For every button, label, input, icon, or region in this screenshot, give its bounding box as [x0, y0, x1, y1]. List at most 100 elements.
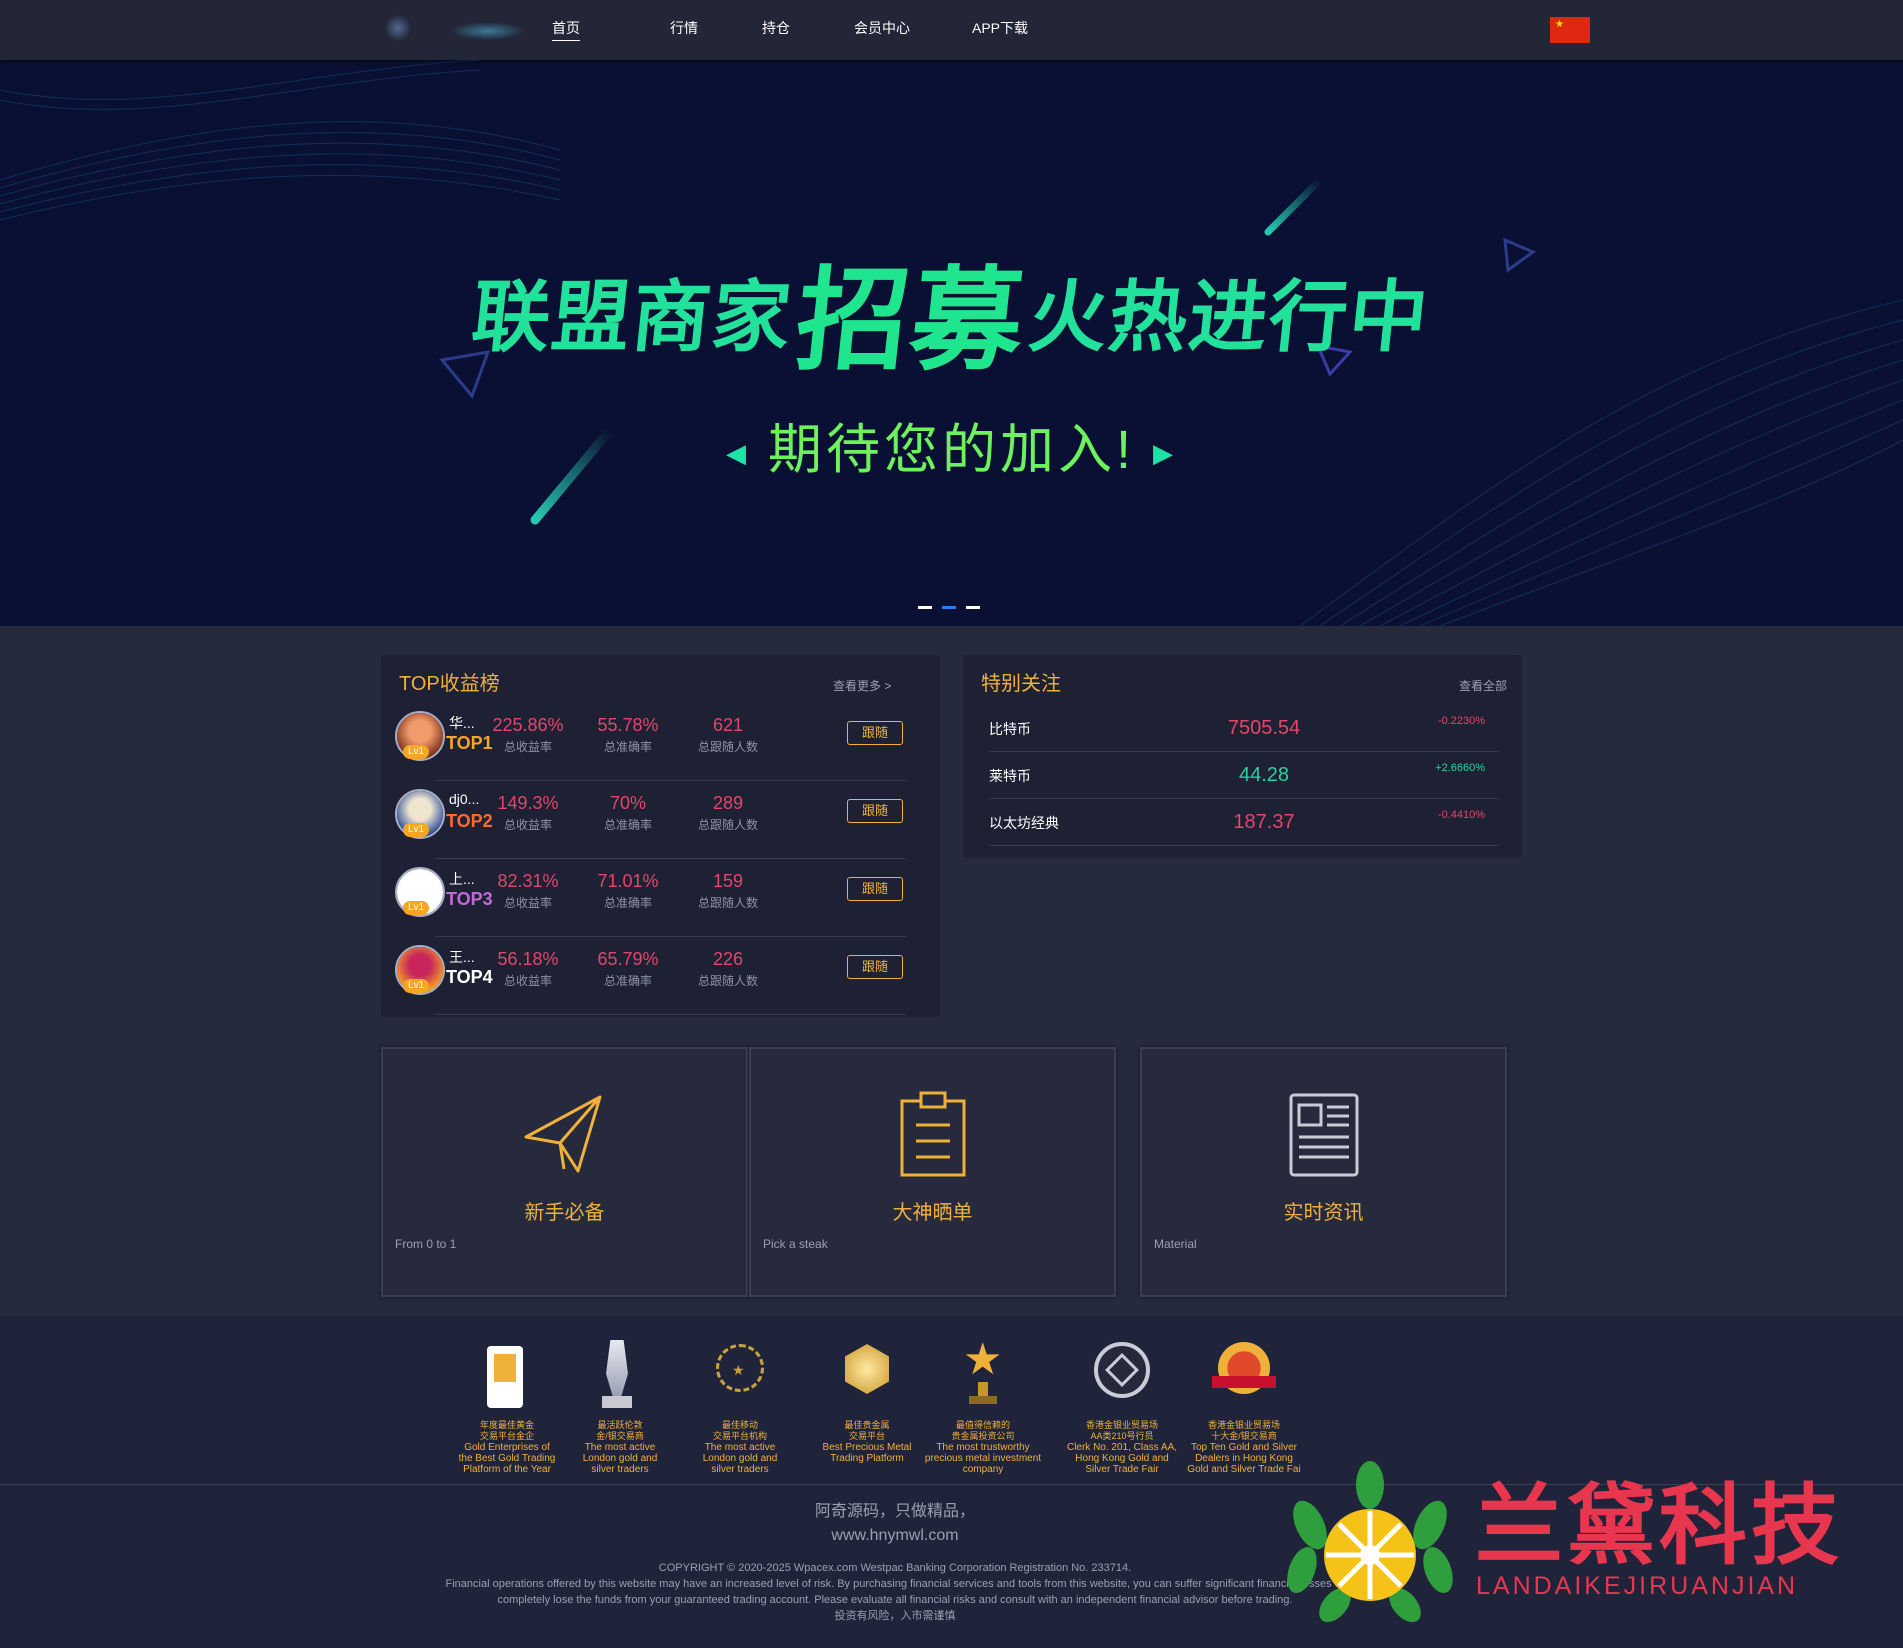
follower-count: 621 总跟随人数 [673, 715, 783, 755]
carousel-dot-1[interactable] [918, 606, 932, 609]
row-divider [989, 845, 1499, 846]
nav-positions[interactable]: 持仓 [762, 18, 790, 41]
banner-subline-text: 期待您的加入! [767, 420, 1135, 480]
accuracy-rate-value: 70% [609, 793, 647, 813]
accuracy-rate: 65.79% 总准确率 [573, 949, 683, 989]
nav-home[interactable]: 首页 [552, 18, 580, 41]
trader-name[interactable]: 上... [449, 869, 475, 889]
feature-card-realtime-news[interactable]: 实时资讯 Material [1140, 1047, 1507, 1297]
banner-headline-part-3: 火热进行中 [1024, 273, 1434, 363]
coin-price: 44.28 [1238, 764, 1290, 786]
accuracy-rate: 55.78% 总准确率 [573, 715, 683, 755]
site-logo[interactable] [380, 8, 530, 52]
follower-count-label: 总跟随人数 [697, 740, 758, 754]
total-return-value: 149.3% [497, 793, 559, 813]
watchlist-title: 特别关注 [981, 673, 1061, 695]
feature-card-beginner[interactable]: 新手必备 From 0 to 1 [381, 1047, 748, 1297]
watchlist-panel: 特别关注 查看全部 比特币 7505.54 -0.2230% 莱特币 44.28 +2.6… [963, 655, 1522, 858]
trader-name[interactable]: 华... [449, 713, 475, 733]
top-ranking-title: TOP收益榜 [399, 673, 500, 695]
award-title-en: The most active London gold and silver tra… [582, 1442, 658, 1475]
coin-name[interactable]: 以太坊经典 [989, 813, 1059, 833]
trader-name[interactable]: 王... [449, 947, 475, 967]
follower-count-label: 总跟随人数 [697, 818, 758, 832]
award-title-cn: 香港金银业贸易场 AA类210号行员 [1085, 1420, 1158, 1441]
accuracy-rate-value: 71.01% [597, 871, 659, 891]
level-badge: Lv1 [403, 823, 429, 837]
total-return-label: 总收益率 [503, 740, 552, 754]
watchlist-row[interactable]: 莱特币 44.28 +2.6660% [989, 752, 1499, 799]
nav-links: 首页 行情 持仓 会员中心 APP下载 [552, 18, 1028, 41]
follower-count-value: 621 [712, 715, 744, 735]
right-triangle-icon: ▶ [1153, 438, 1177, 469]
follow-button[interactable]: 跟随 [847, 799, 903, 823]
follower-count: 159 总跟随人数 [673, 871, 783, 911]
award-title-cn: 最值得信赖的 贵金属投资公司 [951, 1420, 1015, 1441]
follow-button[interactable]: 跟随 [847, 877, 903, 901]
gold-plaque-icon [447, 1338, 567, 1410]
carousel-dots [918, 606, 990, 609]
award-title-cn: 年度最佳黄金 交易平台金企 [479, 1420, 534, 1441]
china-flag-icon[interactable]: ★ [1550, 17, 1590, 43]
follower-count: 226 总跟随人数 [673, 949, 783, 989]
banner-headline-part-2: 招募 [789, 256, 1032, 386]
nav-app-download[interactable]: APP下载 [972, 18, 1028, 41]
feature-card-master-orders[interactable]: 大神晒单 Pick a steak [749, 1047, 1116, 1297]
total-return-label: 总收益率 [503, 896, 552, 910]
total-return-value: 82.31% [497, 871, 559, 891]
ranking-row[interactable]: Lv1 上... TOP3 82.31% 总收益率 71.01% 总准确率 159 总跟随人数跟… [395, 859, 1275, 937]
award-title-en: The most active London gold and silver tra… [702, 1442, 778, 1475]
level-badge: Lv1 [403, 901, 429, 915]
watermark-subtext: LANDAIKEJIRUANJIAN [1476, 1572, 1799, 1600]
coin-name[interactable]: 比特币 [989, 719, 1031, 739]
ranking-row[interactable]: Lv1 王... TOP4 56.18% 总收益率 65.79% 总准确率 226 总跟随人数跟… [395, 937, 1275, 1015]
view-all-link[interactable]: 查看全部 [1459, 677, 1507, 694]
banner-headline-part-1: 联盟商家 [467, 273, 798, 363]
watchlist-row[interactable]: 比特币 7505.54 -0.2230% [989, 705, 1499, 752]
clipboard-icon [900, 1091, 965, 1177]
award-title-cn: 香港金银业贸易场 十大金/银交易商 [1207, 1420, 1280, 1441]
follow-button[interactable]: 跟随 [847, 721, 903, 745]
total-return-value: 225.86% [492, 715, 564, 735]
coin-name[interactable]: 莱特币 [989, 766, 1031, 786]
award-title-en: Best Precious Metal Trading Platform [822, 1442, 912, 1464]
accuracy-rate-value: 55.78% [597, 715, 659, 735]
award-title-cn: 最佳贵金属 交易平台 [844, 1420, 890, 1441]
follower-count: 289 总跟随人数 [673, 793, 783, 833]
red-ribbon-seal-icon [1184, 1338, 1304, 1410]
follower-count-label: 总跟随人数 [697, 974, 758, 988]
watermark: 兰黛科技 LANDAIKEJIRUANJIAN [1280, 1455, 1900, 1625]
crystal-trophy-icon [560, 1338, 680, 1410]
hero-banner[interactable]: 联盟商家 招募 火热进行中 ◀ 期待您的加入! ▶ [0, 60, 1903, 626]
seal-icon [1062, 1338, 1182, 1410]
coin-change: +2.6660% [1435, 762, 1485, 774]
coin-price: 7505.54 [1227, 717, 1301, 739]
view-more-link[interactable]: 查看更多 > [833, 677, 891, 694]
award-item: ★ 最佳移动 交易平台机构 The most active London gold an… [680, 1338, 800, 1475]
accuracy-rate: 71.01% 总准确率 [573, 871, 683, 911]
top-navigation: 首页 行情 持仓 会员中心 APP下载 ★ [0, 0, 1903, 60]
total-return-value: 56.18% [497, 949, 559, 969]
award-item: ★ 最值得信赖的 贵金属投资公司 The most trustworthy precio… [923, 1338, 1043, 1476]
total-return: 225.86% 总收益率 [473, 715, 583, 755]
award-item: 最活跃伦敦 金/银交易商 The most active London gold an… [560, 1338, 680, 1475]
watchlist-row[interactable]: 以太坊经典 187.37 -0.4410% [989, 799, 1499, 846]
nav-market[interactable]: 行情 [670, 18, 698, 41]
newspaper-icon [1289, 1093, 1358, 1177]
coin-change: -0.4410% [1437, 809, 1485, 821]
left-triangle-icon: ◀ [725, 438, 750, 469]
accuracy-rate-label: 总准确率 [603, 896, 652, 910]
nav-member-center[interactable]: 会员中心 [854, 18, 910, 41]
top-ranking-panel: TOP收益榜 查看更多 > Lv1 华... TOP1 225.86% 总收益率 55.7… [381, 655, 940, 1017]
total-return: 82.31% 总收益率 [473, 871, 583, 911]
carousel-dot-3[interactable] [966, 606, 980, 609]
laurel-badge-icon: ★ [680, 1338, 800, 1410]
accuracy-rate-label: 总准确率 [603, 740, 652, 754]
award-title-en: Clerk No. 201, Class AA, Hong Kong Gold a… [1066, 1442, 1178, 1475]
follow-button[interactable]: 跟随 [847, 955, 903, 979]
award-item: 年度最佳黄金 交易平台金企 Gold Enterprises of the Best … [447, 1338, 567, 1475]
carousel-dot-2[interactable] [942, 606, 956, 609]
total-return-label: 总收益率 [503, 818, 552, 832]
award-title-en: The most trustworthy precious metal inves… [924, 1442, 1042, 1475]
watermark-text: 兰黛科技 [1475, 1474, 1844, 1577]
